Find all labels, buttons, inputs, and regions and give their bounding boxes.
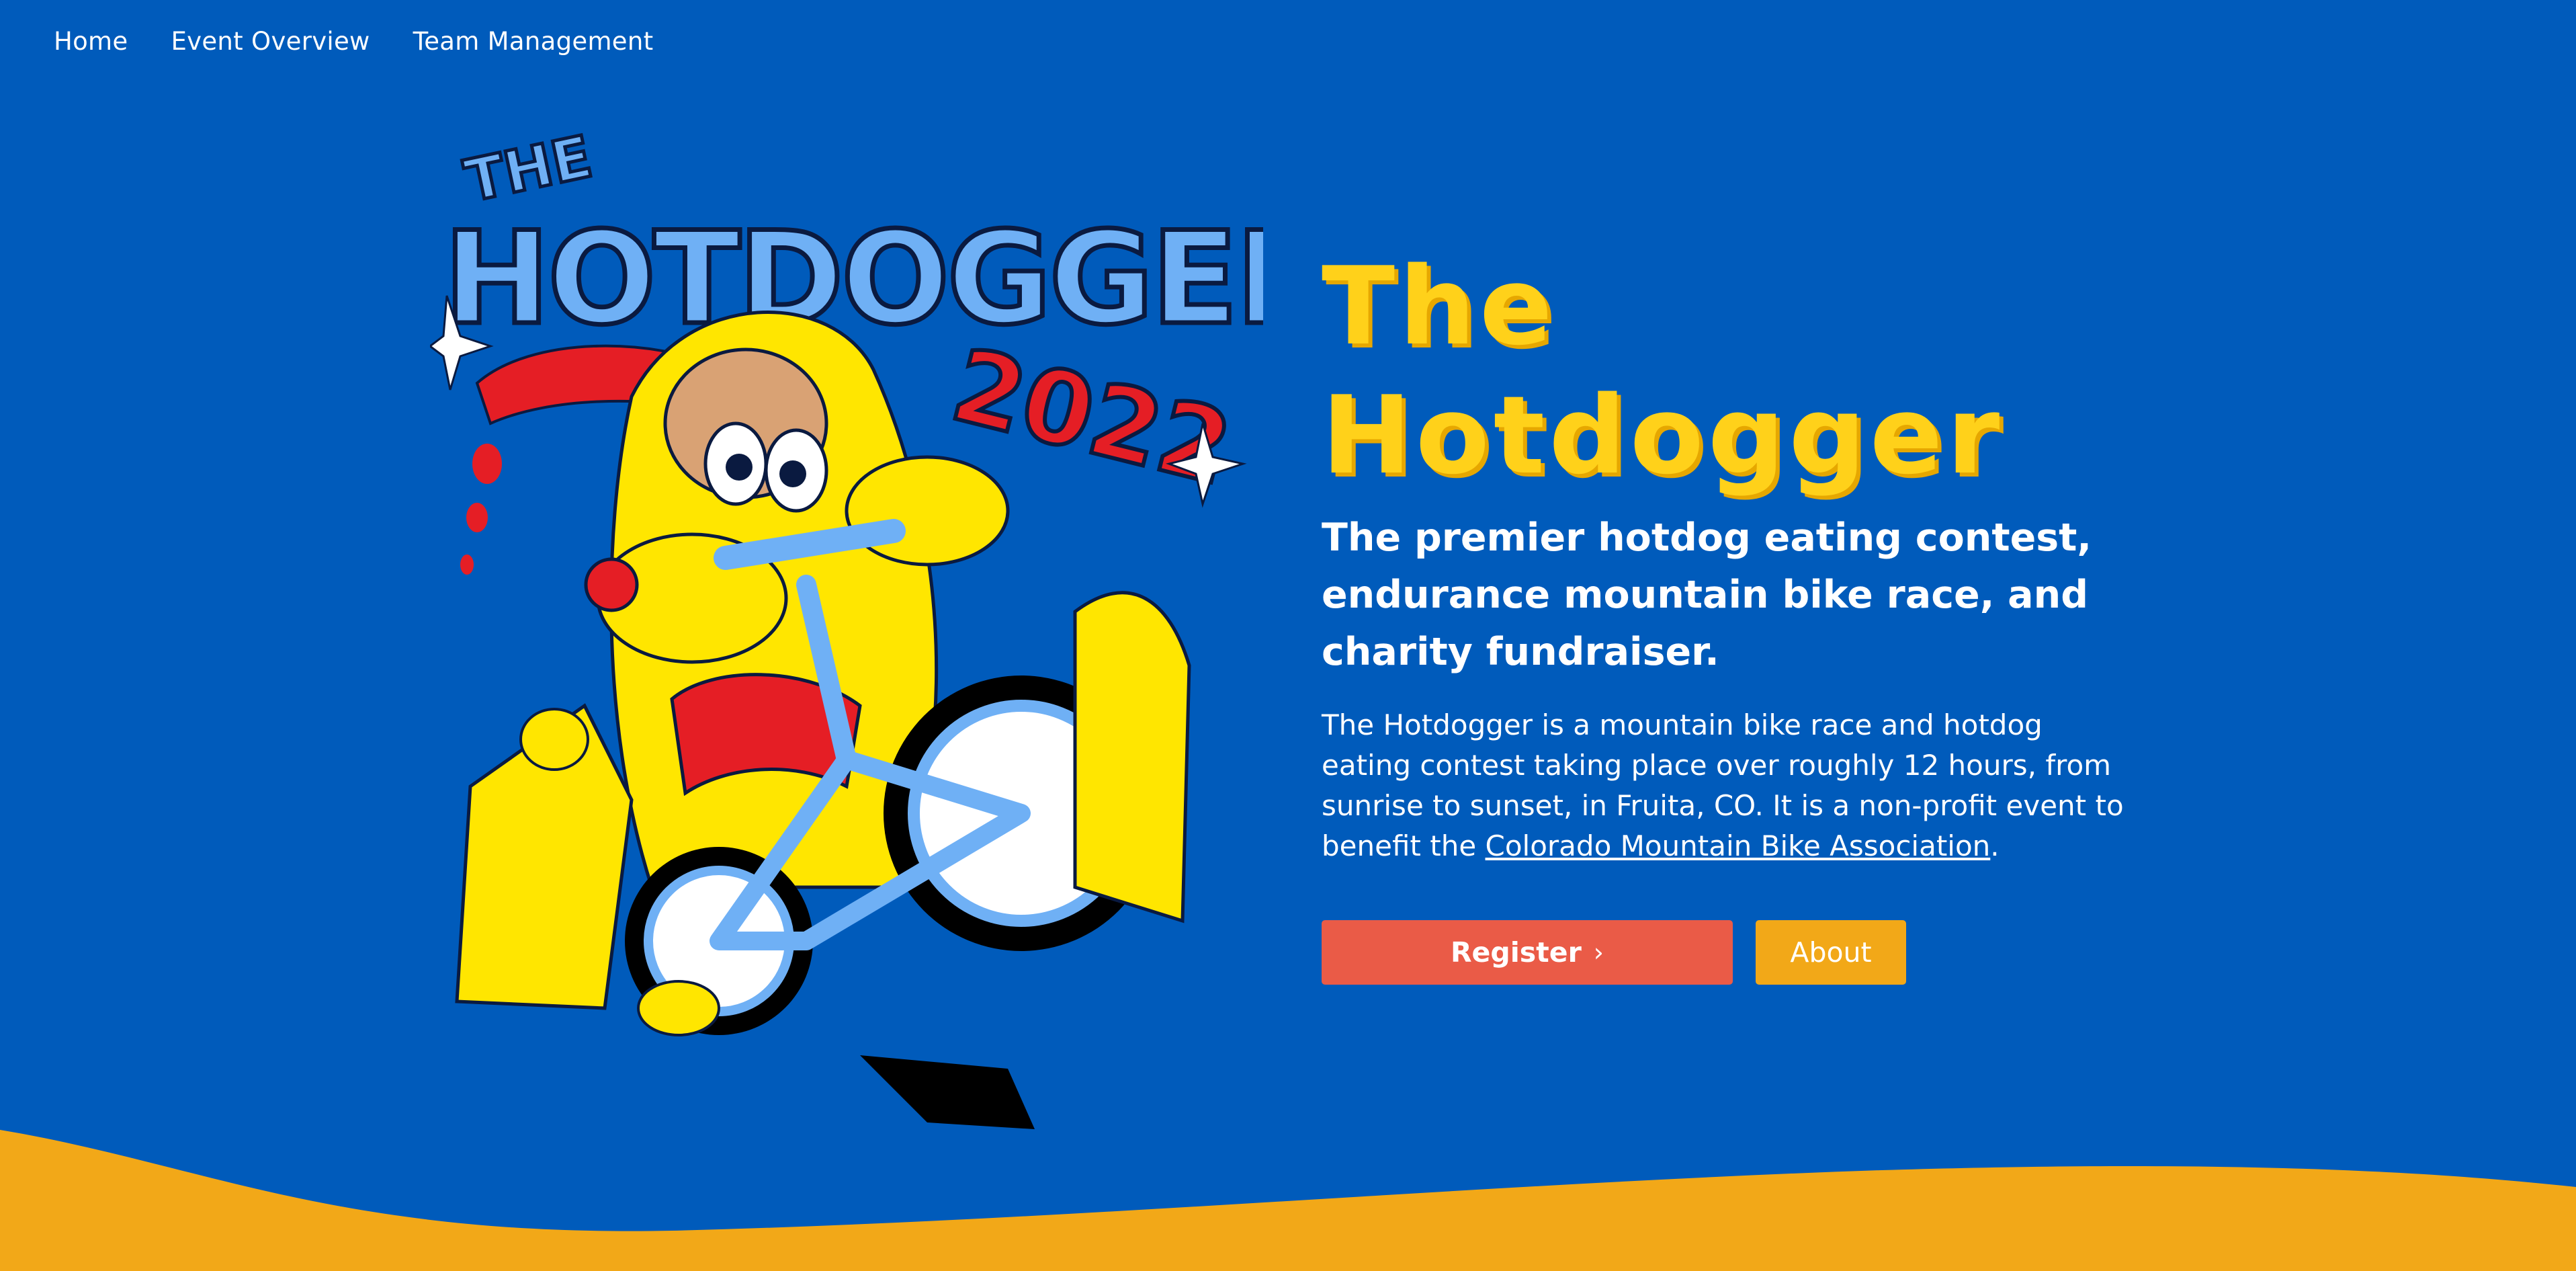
mustard-character <box>519 708 589 771</box>
page-title: The Hotdogger <box>1322 242 2128 500</box>
description-end: . <box>1990 829 2000 862</box>
hero-actions: Register › About <box>1322 920 2128 985</box>
ketchup-drop <box>460 555 474 575</box>
footer-wave <box>0 1130 2576 1271</box>
register-label: Register <box>1450 936 1582 969</box>
chevron-right-icon: › <box>1593 938 1604 967</box>
worm-character <box>637 980 720 1036</box>
tagline: The premier hotdog eating contest, endur… <box>1322 516 2092 674</box>
title-line-1: The <box>1322 243 1557 369</box>
about-button[interactable]: About <box>1756 920 1906 985</box>
about-label: About <box>1790 936 1872 969</box>
logo-the: THE <box>460 123 598 215</box>
shadow <box>860 1055 1035 1129</box>
hotdogger-logo-illustration: THE HOTDOGGER 2022 <box>430 122 1263 1129</box>
flame-right <box>1073 591 1191 924</box>
hero-section: The Hotdogger The premier hotdog eating … <box>1322 242 2128 985</box>
nav-event-overview[interactable]: Event Overview <box>171 27 370 56</box>
register-button[interactable]: Register › <box>1322 920 1733 985</box>
nav-team-management[interactable]: Team Management <box>413 27 654 56</box>
ketchup-drop <box>466 503 488 532</box>
nav-home[interactable]: Home <box>54 27 128 56</box>
title-line-2: Hotdogger <box>1322 372 2004 498</box>
main-nav: Home Event Overview Team Management <box>54 27 653 56</box>
pupil-right <box>779 460 806 487</box>
logo-hotdogger: HOTDOGGER <box>443 204 1263 353</box>
event-description: The Hotdogger is a mountain bike race an… <box>1322 705 2128 866</box>
ketchup-drop <box>472 444 502 484</box>
pupil-left <box>726 454 753 481</box>
glove-right <box>845 455 1010 567</box>
cmba-link[interactable]: Colorado Mountain Bike Association <box>1486 829 1991 862</box>
wristwatch <box>584 557 639 612</box>
